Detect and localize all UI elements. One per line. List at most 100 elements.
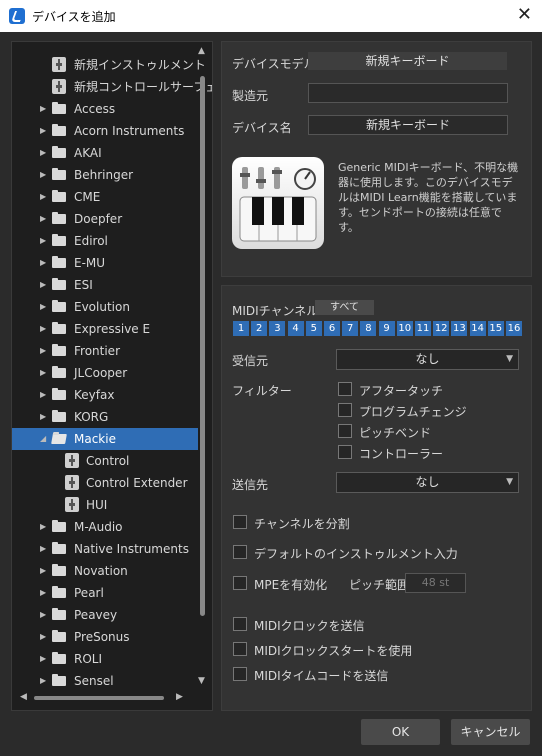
expand-arrow-icon[interactable]: ▶ (40, 626, 46, 648)
tree-item[interactable]: ▶ Access (12, 98, 198, 120)
tree-item[interactable]: ▶ AKAI (12, 142, 198, 164)
tree-item[interactable]: ▶ Pearl (12, 582, 198, 604)
channel-button[interactable]: 4 (287, 321, 304, 336)
tree-item[interactable]: ▶ Native Instruments (12, 538, 198, 560)
tree-item[interactable]: ▶ E-MU (12, 252, 198, 274)
scroll-left-icon[interactable]: ◀ (20, 692, 27, 702)
tree-item[interactable]: ▶ Edirol (12, 230, 198, 252)
expand-arrow-icon[interactable]: ▶ (40, 98, 46, 120)
expand-arrow-icon[interactable]: ▶ (40, 340, 46, 362)
expand-arrow-icon[interactable]: ▶ (40, 560, 46, 582)
tree-item[interactable]: Control Extender (12, 472, 198, 494)
tree-item[interactable]: ▶ Peavey (12, 604, 198, 626)
tree-item[interactable]: ◢ Mackie (12, 428, 198, 450)
tree-item[interactable]: ▶ JLCooper (12, 362, 198, 384)
channel-button[interactable]: 13 (451, 321, 468, 336)
default-instrument-input-checkbox[interactable] (233, 545, 247, 559)
horizontal-scroll-thumb[interactable] (34, 696, 164, 700)
expand-arrow-icon[interactable]: ▶ (40, 538, 46, 560)
expand-arrow-icon[interactable]: ▶ (40, 648, 46, 670)
tree-item-label: Evolution (74, 300, 130, 314)
scroll-thumb[interactable] (200, 76, 205, 616)
expand-arrow-icon[interactable]: ▶ (40, 670, 46, 692)
filter-checkbox[interactable] (338, 424, 352, 438)
tree-item[interactable]: HUI (12, 494, 198, 516)
expand-arrow-icon[interactable]: ▶ (40, 582, 46, 604)
tree-item[interactable]: ▶ KORG (12, 406, 198, 428)
device-model-field[interactable]: 新規キーボード (308, 52, 507, 70)
filter-checkbox[interactable] (338, 403, 352, 417)
channel-button[interactable]: 1 (233, 321, 249, 336)
expand-arrow-icon[interactable]: ▶ (40, 208, 46, 230)
scroll-up-icon[interactable]: ▲ (198, 46, 205, 56)
tree-horizontal-scrollbar[interactable]: ◀ ▶ (16, 691, 196, 705)
filter-checkbox[interactable] (338, 445, 352, 459)
channel-button[interactable]: 16 (506, 321, 522, 336)
channel-button[interactable]: 12 (433, 321, 450, 336)
expand-arrow-icon[interactable]: ▶ (40, 516, 46, 538)
all-channels-button[interactable]: すべて (315, 300, 374, 315)
enable-mpe-checkbox[interactable] (233, 576, 247, 590)
pitch-range-input[interactable]: 48 st (405, 573, 466, 593)
filter-label-item: ピッチベンド (359, 426, 432, 440)
expand-arrow-icon[interactable]: ▶ (40, 186, 46, 208)
tree-item[interactable]: ▶ M-Audio (12, 516, 198, 538)
tree-item[interactable]: ▶ Evolution (12, 296, 198, 318)
expand-arrow-icon[interactable]: ▶ (40, 384, 46, 406)
send-midi-timecode-checkbox[interactable] (233, 667, 247, 681)
tree-item[interactable]: ▶ Expressive E (12, 318, 198, 340)
tree-item[interactable]: ▶ Novation (12, 560, 198, 582)
expand-arrow-icon[interactable]: ▶ (40, 252, 46, 274)
tree-item[interactable]: ▶ ROLI (12, 648, 198, 670)
cancel-button[interactable]: キャンセル (451, 719, 530, 745)
tree-item[interactable]: ▶ Frontier (12, 340, 198, 362)
tree-item[interactable]: ▶ Sensel (12, 670, 198, 692)
tree-item[interactable]: ▶ Acorn Instruments (12, 120, 198, 142)
channel-button[interactable]: 11 (415, 321, 431, 336)
expand-arrow-icon[interactable]: ▶ (40, 604, 46, 626)
tree-item[interactable]: ▶ PreSonus (12, 626, 198, 648)
tree-item[interactable]: 新規コントロールサーフェス (12, 76, 212, 98)
channel-button[interactable]: 2 (251, 321, 268, 336)
tree-vertical-scrollbar[interactable]: ▲ ▼ (197, 46, 209, 691)
expand-arrow-icon[interactable]: ▶ (40, 296, 46, 318)
device-name-input[interactable]: 新規キーボード (308, 115, 508, 135)
close-icon[interactable]: ✕ (517, 4, 532, 25)
filter-label-item: コントローラー (359, 447, 444, 461)
expand-arrow-icon[interactable]: ▶ (40, 120, 46, 142)
expand-arrow-icon[interactable]: ▶ (40, 230, 46, 252)
expand-arrow-icon[interactable]: ▶ (40, 274, 46, 296)
filter-checkbox[interactable] (338, 382, 352, 396)
channel-button[interactable]: 8 (360, 321, 377, 336)
expand-arrow-icon[interactable]: ▶ (40, 164, 46, 186)
expand-arrow-icon[interactable]: ▶ (40, 318, 46, 340)
expand-arrow-icon[interactable]: ▶ (40, 362, 46, 384)
scroll-right-icon[interactable]: ▶ (176, 692, 183, 702)
send-to-dropdown[interactable]: なし ▼ (336, 472, 519, 493)
expand-arrow-icon[interactable]: ▶ (40, 142, 46, 164)
tree-item[interactable]: ▶ Behringer (12, 164, 198, 186)
split-channels-checkbox[interactable] (233, 515, 247, 529)
send-midi-clock-checkbox[interactable] (233, 617, 247, 631)
channel-button[interactable]: 7 (342, 321, 359, 336)
channel-button[interactable]: 15 (487, 321, 504, 336)
expand-arrow-icon[interactable]: ▶ (40, 406, 46, 428)
channel-button[interactable]: 6 (324, 321, 340, 336)
channel-button[interactable]: 9 (378, 321, 395, 336)
collapse-arrow-icon[interactable]: ◢ (40, 428, 46, 450)
use-midi-clock-start-checkbox[interactable] (233, 642, 247, 656)
channel-button[interactable]: 10 (396, 321, 413, 336)
tree-item[interactable]: ▶ ESI (12, 274, 198, 296)
channel-button[interactable]: 3 (269, 321, 286, 336)
ok-button[interactable]: OK (361, 719, 440, 745)
scroll-down-icon[interactable]: ▼ (198, 676, 205, 686)
tree-item[interactable]: ▶ Keyfax (12, 384, 198, 406)
manufacturer-input[interactable] (308, 83, 508, 103)
tree-item[interactable]: ▶ CME (12, 186, 198, 208)
channel-button[interactable]: 14 (469, 321, 486, 336)
receive-from-dropdown[interactable]: なし ▼ (336, 349, 519, 370)
tree-item[interactable]: Control (12, 450, 198, 472)
tree-item[interactable]: 新規インストゥルメント (12, 54, 206, 76)
channel-button[interactable]: 5 (305, 321, 322, 336)
tree-item[interactable]: ▶ Doepfer (12, 208, 198, 230)
